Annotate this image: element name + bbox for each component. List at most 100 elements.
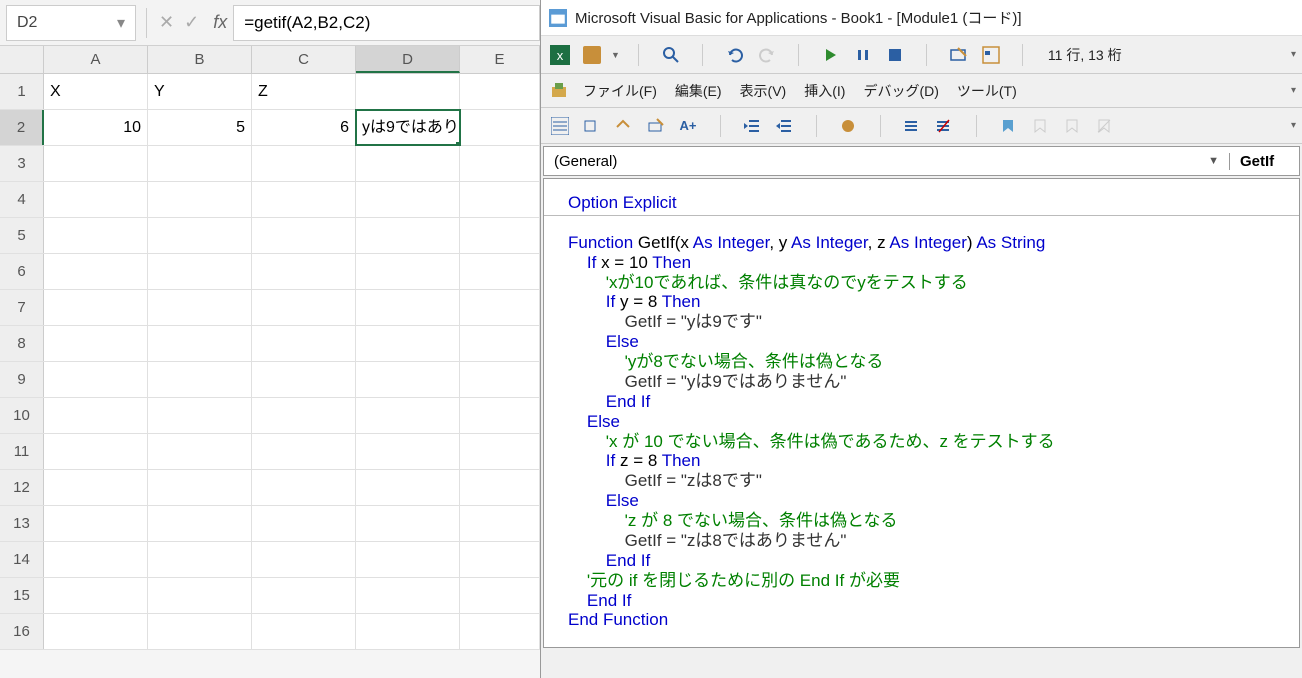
cell[interactable] [460,146,540,181]
cell[interactable] [252,614,356,649]
cell[interactable] [44,398,148,433]
parameter-info-icon[interactable] [643,113,669,139]
row-header[interactable]: 5 [0,218,44,253]
break-icon[interactable] [850,42,876,68]
cell[interactable] [460,398,540,433]
formula-input[interactable]: =getif(A2,B2,C2) [233,5,540,41]
row-header[interactable]: 14 [0,542,44,577]
redo-icon[interactable] [754,42,780,68]
cell[interactable]: Y [148,74,252,109]
cell[interactable] [148,578,252,613]
cancel-icon[interactable]: ✕ [159,12,174,33]
toolbar-overflow-icon[interactable]: ▾ [1291,120,1296,131]
cell[interactable] [252,434,356,469]
uncomment-block-icon[interactable] [931,113,957,139]
col-header-e[interactable]: E [460,46,540,73]
cell[interactable] [252,506,356,541]
code-editor[interactable]: Option Explicit Function GetIf(x As Inte… [543,178,1300,648]
cell[interactable] [148,542,252,577]
cell[interactable] [356,542,460,577]
cell[interactable] [252,290,356,325]
chevron-down-icon[interactable]: ▼ [1208,155,1219,167]
cell[interactable] [460,290,540,325]
cell[interactable] [44,614,148,649]
cell[interactable] [44,146,148,181]
complete-word-icon[interactable]: A+ [675,113,701,139]
cell[interactable] [356,434,460,469]
chevron-down-icon[interactable]: ▾ [117,13,125,33]
cell[interactable] [148,470,252,505]
cell[interactable] [356,506,460,541]
bookmark-toggle-icon[interactable] [995,113,1021,139]
cell[interactable] [356,362,460,397]
cell[interactable] [44,542,148,577]
cell[interactable] [148,434,252,469]
cell[interactable] [356,398,460,433]
undo-icon[interactable] [722,42,748,68]
cell[interactable] [252,542,356,577]
cell[interactable]: 5 [148,110,252,145]
row-header[interactable]: 1 [0,74,44,109]
cell[interactable] [252,146,356,181]
cell[interactable] [356,74,460,109]
indent-icon[interactable] [739,113,765,139]
procedure-combo[interactable]: GetIf [1229,153,1299,170]
fx-icon[interactable]: fx [207,12,233,33]
row-header[interactable]: 7 [0,290,44,325]
list-properties-icon[interactable] [547,113,573,139]
menu-file[interactable]: ファイル(F) [575,77,665,105]
cell[interactable] [148,254,252,289]
cell[interactable] [148,362,252,397]
code-content[interactable]: Option Explicit Function GetIf(x As Inte… [568,193,1291,630]
save-icon[interactable] [579,42,605,68]
col-header-c[interactable]: C [252,46,356,73]
menu-tools[interactable]: ツール(T) [949,77,1025,105]
cell[interactable] [356,254,460,289]
col-header-a[interactable]: A [44,46,148,73]
cell[interactable] [44,290,148,325]
row-header[interactable]: 11 [0,434,44,469]
cell[interactable] [356,218,460,253]
row-header[interactable]: 15 [0,578,44,613]
cell[interactable] [252,578,356,613]
cell[interactable] [252,254,356,289]
cell[interactable] [252,362,356,397]
cell[interactable]: 10 [44,110,148,145]
cell[interactable] [460,182,540,217]
cell[interactable] [44,362,148,397]
cell[interactable] [148,506,252,541]
cell[interactable]: X [44,74,148,109]
list-constants-icon[interactable] [579,113,605,139]
cell[interactable] [44,182,148,217]
menu-edit[interactable]: 編集(E) [667,77,730,105]
cell[interactable] [44,218,148,253]
cell[interactable] [44,254,148,289]
cell[interactable] [460,326,540,361]
cell[interactable] [460,506,540,541]
cell[interactable] [460,110,540,145]
cell[interactable] [44,470,148,505]
row-header[interactable]: 4 [0,182,44,217]
cell[interactable] [460,254,540,289]
cell[interactable] [356,146,460,181]
cell[interactable] [148,398,252,433]
row-header[interactable]: 6 [0,254,44,289]
row-header[interactable]: 9 [0,362,44,397]
cell[interactable] [148,182,252,217]
cell[interactable] [460,470,540,505]
cell[interactable] [460,578,540,613]
design-mode-icon[interactable] [946,42,972,68]
cell[interactable] [148,326,252,361]
name-box[interactable]: D2 ▾ [6,5,136,41]
toolbar-overflow-icon[interactable]: ▾ [1291,49,1296,60]
cell[interactable] [356,290,460,325]
cell[interactable] [460,614,540,649]
breakpoint-icon[interactable] [835,113,861,139]
project-explorer-icon[interactable] [978,42,1004,68]
object-combo[interactable]: (General) ▼ [544,153,1229,170]
row-header[interactable]: 12 [0,470,44,505]
menu-insert[interactable]: 挿入(I) [796,77,853,105]
row-header[interactable]: 2 [0,110,44,145]
cell[interactable] [356,578,460,613]
row-header[interactable]: 16 [0,614,44,649]
